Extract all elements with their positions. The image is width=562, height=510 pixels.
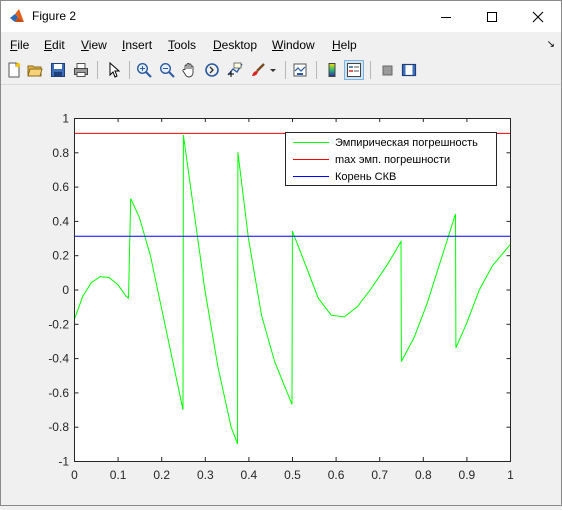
link-plot-icon [293, 63, 307, 77]
x-tick-label: 0.6 [328, 468, 345, 482]
show-plot-tools-button[interactable] [399, 60, 419, 80]
plot-axes[interactable]: 0 0.1 0.2 0.3 0.4 0.5 0.6 0.7 0.8 0.9 1 1 0.8 0.6 0.4 0… [1, 85, 561, 505]
menu-window[interactable]: Window [272, 38, 315, 52]
show-plot-tools-icon [401, 63, 417, 77]
brush-dropdown-button[interactable] [267, 60, 279, 80]
toolbar-separator [285, 61, 286, 79]
x-tick-label: 0.1 [110, 468, 127, 482]
pan-button[interactable] [179, 60, 199, 80]
x-tick-label: 0.4 [241, 468, 258, 482]
x-tick-label: 0.9 [459, 468, 476, 482]
edit-plot-button[interactable] [104, 60, 124, 80]
menu-bar: File Edit View Insert Tools Desktop Wind… [1, 33, 561, 55]
zoom-in-icon [136, 62, 152, 78]
save-icon [51, 63, 65, 77]
legend-label-1: max эмп. погрешности [335, 154, 450, 166]
x-tick-label: 0.8 [415, 468, 432, 482]
menu-insert[interactable]: Insert [122, 38, 152, 52]
link-plot-button[interactable] [290, 60, 310, 80]
zoom-in-button[interactable] [134, 60, 154, 80]
zoom-out-button[interactable] [157, 60, 177, 80]
legend-label-2: Корень СКВ [335, 171, 396, 183]
dock-arrow-icon[interactable]: ↘ [547, 39, 555, 50]
rotate-3d-button[interactable] [202, 60, 222, 80]
close-icon [532, 11, 544, 22]
legend-label-0: Эмпирическая погрешность [335, 137, 478, 149]
menu-edit[interactable]: Edit [44, 38, 65, 52]
menu-tools[interactable]: Tools [168, 38, 196, 52]
y-tick-label: -0.2 [48, 317, 69, 331]
figure-toolbar [1, 56, 561, 85]
y-tick-label: 1 [62, 112, 69, 126]
toolbar-separator [129, 61, 130, 79]
hide-plot-tools-icon [382, 65, 393, 76]
hide-plot-tools-button[interactable] [377, 60, 397, 80]
figure-window: Figure 2 File Edit View Insert Tools Des… [0, 0, 562, 506]
x-tick-label: 0.5 [284, 468, 301, 482]
toolbar-separator [370, 61, 371, 79]
data-cursor-icon [227, 62, 243, 77]
new-figure-icon [8, 62, 21, 78]
print-icon [74, 63, 88, 77]
maximize-button[interactable] [469, 1, 515, 32]
save-button[interactable] [48, 60, 68, 80]
x-tick-label: 0.7 [371, 468, 388, 482]
insert-legend-button[interactable] [344, 60, 364, 80]
toolbar-separator [97, 61, 98, 79]
insert-legend-icon [347, 63, 361, 77]
window-title: Figure 2 [32, 9, 77, 23]
close-button[interactable] [515, 1, 561, 32]
y-tick-label: 0.8 [52, 146, 69, 160]
y-tick-label: 0.6 [52, 180, 69, 194]
menu-desktop[interactable]: Desktop [213, 38, 257, 52]
legend[interactable]: Эмпирическая погрешность max эмп. погрешн… [285, 132, 497, 186]
title-bar[interactable]: Figure 2 [1, 1, 561, 32]
menu-help[interactable]: Help [332, 38, 357, 52]
x-tick-label: 1 [507, 468, 514, 482]
matlab-icon [10, 9, 24, 22]
toolbar-separator [316, 61, 317, 79]
zoom-out-icon [159, 62, 175, 78]
menu-view[interactable]: View [81, 38, 107, 52]
open-file-button[interactable] [25, 60, 45, 80]
y-tick-label: 0.2 [52, 249, 69, 263]
y-tick-label: 0.4 [52, 214, 69, 228]
menu-file[interactable]: File [10, 38, 29, 52]
brush-icon [252, 63, 265, 76]
open-file-icon [27, 65, 43, 77]
brush-dropdown-icon [270, 69, 276, 72]
rotate-3d-icon [205, 63, 219, 77]
data-cursor-button[interactable] [225, 60, 245, 80]
x-tick-label: 0 [71, 468, 78, 482]
print-button[interactable] [71, 60, 91, 80]
pan-hand-icon [182, 63, 194, 78]
insert-colorbar-icon [328, 63, 336, 77]
y-tick-label: 0 [62, 283, 69, 297]
insert-colorbar-button[interactable] [322, 60, 342, 80]
brush-button[interactable] [248, 60, 268, 80]
maximize-icon [487, 11, 497, 22]
minimize-icon [441, 16, 451, 18]
x-tick-label: 0.3 [197, 468, 214, 482]
y-tick-label: -0.4 [48, 352, 69, 366]
y-tick-label: -1 [58, 455, 69, 469]
figure-canvas: 0 0.1 0.2 0.3 0.4 0.5 0.6 0.7 0.8 0.9 1 1 0.8 0.6 0.4 0… [1, 85, 561, 505]
y-tick-label: -0.6 [48, 386, 69, 400]
x-tick-label: 0.2 [153, 468, 170, 482]
new-figure-button[interactable] [4, 60, 24, 80]
edit-plot-arrow-icon [109, 62, 121, 78]
y-tick-label: -0.8 [48, 420, 69, 434]
minimize-button[interactable] [423, 1, 469, 32]
